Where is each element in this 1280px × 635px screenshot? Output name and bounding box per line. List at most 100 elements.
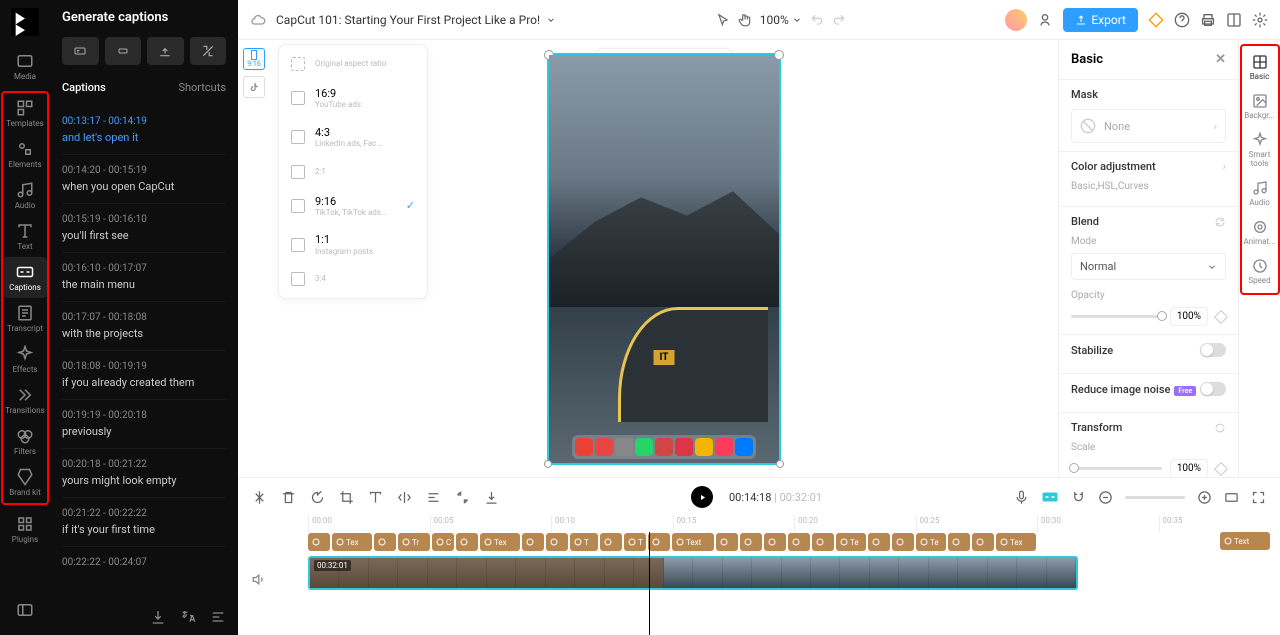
- text-clip[interactable]: [740, 533, 762, 551]
- tab-smart-tools[interactable]: Smart tools: [1241, 126, 1279, 174]
- compress-icon[interactable]: [455, 490, 470, 505]
- scale-slider[interactable]: [1071, 467, 1162, 470]
- captions-tl-icon[interactable]: [1041, 488, 1059, 506]
- share-icon[interactable]: [1037, 12, 1053, 28]
- text-clip[interactable]: [948, 533, 970, 551]
- crop-tl-icon[interactable]: [339, 490, 354, 505]
- nav-brand-kit[interactable]: Brand kit: [3, 462, 47, 503]
- scale-value[interactable]: 100%: [1170, 459, 1208, 477]
- tab-basic[interactable]: Basic: [1241, 48, 1279, 87]
- layout-icon[interactable]: [1226, 12, 1242, 28]
- download-icon[interactable]: [150, 609, 166, 625]
- reset-blend-icon[interactable]: [1214, 216, 1226, 228]
- magnet-icon[interactable]: [1071, 490, 1086, 505]
- undo-tl-icon[interactable]: [310, 490, 325, 505]
- captions-mode-1[interactable]: [62, 37, 99, 65]
- text-tl-icon[interactable]: [368, 490, 383, 505]
- text-clip[interactable]: [546, 533, 568, 551]
- color-adjustment-row[interactable]: Color adjustment› Basic,HSL,Curves: [1059, 151, 1238, 206]
- close-panel-icon[interactable]: ✕: [1215, 52, 1226, 67]
- ratio-option[interactable]: 2:1: [279, 157, 427, 187]
- text-clip[interactable]: Text: [1220, 532, 1270, 550]
- nav-media[interactable]: Media: [3, 46, 47, 87]
- zoom-display[interactable]: 100%: [760, 13, 802, 27]
- caption-item[interactable]: 00:13:17 - 00:14:19and let's open it: [62, 106, 226, 154]
- nav-templates[interactable]: Templates: [3, 93, 47, 134]
- mask-selector[interactable]: None›: [1071, 109, 1226, 143]
- nav-effects[interactable]: Effects: [3, 339, 47, 380]
- ratio-option[interactable]: 16:9YouTube ads: [279, 79, 427, 118]
- mic-icon[interactable]: [1014, 490, 1029, 505]
- text-track[interactable]: Text TexTrCTexTTTextTeTeTex: [308, 532, 1280, 552]
- reset-transform-icon[interactable]: [1214, 422, 1226, 434]
- ratio-option[interactable]: 9:16TikTok, TikTok ads...✓: [279, 187, 427, 226]
- tab-audio[interactable]: Audio: [1241, 174, 1279, 213]
- nav-plugins[interactable]: Plugins: [3, 509, 47, 550]
- text-clip[interactable]: [522, 533, 544, 551]
- nav-collapse[interactable]: [3, 595, 47, 627]
- print-icon[interactable]: [1200, 12, 1216, 28]
- text-clip[interactable]: [868, 533, 890, 551]
- download-tl-icon[interactable]: [484, 490, 499, 505]
- captions-mode-2[interactable]: [105, 37, 142, 65]
- help-icon[interactable]: [1174, 12, 1190, 28]
- text-clip[interactable]: Tex: [996, 533, 1036, 551]
- text-clip[interactable]: [972, 533, 994, 551]
- keyframe-scale-icon[interactable]: [1214, 461, 1228, 475]
- ratio-tab-tiktok[interactable]: [243, 76, 265, 98]
- playhead[interactable]: [649, 532, 650, 635]
- text-clip[interactable]: [812, 533, 834, 551]
- zoom-out-icon[interactable]: [1098, 490, 1113, 505]
- caption-item[interactable]: 00:18:08 - 00:19:19if you already create…: [62, 350, 226, 399]
- hand-icon[interactable]: [738, 13, 752, 27]
- user-avatar[interactable]: [1005, 9, 1027, 31]
- play-button[interactable]: [691, 486, 713, 508]
- timeline-ruler[interactable]: 00:0000:0500:1000:1500:2000:2500:3000:35: [238, 516, 1280, 532]
- fullscreen-icon[interactable]: [1251, 490, 1266, 505]
- text-clip[interactable]: [648, 533, 670, 551]
- caption-item[interactable]: 00:22:22 - 00:24:07: [62, 546, 226, 582]
- keyframe-icon[interactable]: [1214, 309, 1228, 323]
- zoom-slider[interactable]: [1125, 496, 1185, 499]
- split-icon[interactable]: [252, 490, 267, 505]
- zoom-in-icon[interactable]: [1197, 490, 1212, 505]
- ratio-tab-916[interactable]: 9:16: [243, 48, 265, 70]
- tab-animation[interactable]: Animat...: [1241, 213, 1279, 252]
- cursor-icon[interactable]: [716, 13, 730, 27]
- undo-icon[interactable]: [810, 13, 824, 27]
- fit-icon[interactable]: [1224, 490, 1239, 505]
- adjust-icon[interactable]: [426, 490, 441, 505]
- settings-gear-icon[interactable]: [1252, 12, 1268, 28]
- caption-item[interactable]: 00:16:10 - 00:17:07the main menu: [62, 252, 226, 301]
- text-clip[interactable]: C: [432, 533, 454, 551]
- text-clip[interactable]: [308, 533, 330, 551]
- nav-text[interactable]: Text: [3, 216, 47, 257]
- text-clip[interactable]: T: [624, 533, 646, 551]
- caption-item[interactable]: 00:20:18 - 00:21:22yours might look empt…: [62, 448, 226, 497]
- caption-item[interactable]: 00:15:19 - 00:16:10you'll first see: [62, 203, 226, 252]
- text-clip[interactable]: [892, 533, 914, 551]
- text-clip[interactable]: [788, 533, 810, 551]
- text-clip[interactable]: Text: [672, 533, 714, 551]
- caption-item[interactable]: 00:21:22 - 00:22:22if it's your first ti…: [62, 497, 226, 546]
- text-clip[interactable]: [764, 533, 786, 551]
- diamond-icon[interactable]: [1148, 12, 1164, 28]
- nav-transcript[interactable]: Transcript: [3, 298, 47, 339]
- nav-audio[interactable]: Audio: [3, 175, 47, 216]
- ratio-option[interactable]: Original aspect ratio: [279, 49, 427, 79]
- opacity-value[interactable]: 100%: [1170, 307, 1208, 326]
- text-clip[interactable]: [374, 533, 396, 551]
- caption-item[interactable]: 00:14:20 - 00:15:19when you open CapCut: [62, 154, 226, 203]
- captions-mode-4[interactable]: [190, 37, 227, 65]
- tab-background[interactable]: Backgr...: [1241, 87, 1279, 126]
- nav-filters[interactable]: Filters: [3, 421, 47, 462]
- caption-item[interactable]: 00:17:07 - 00:18:08with the projects: [62, 301, 226, 350]
- text-clip[interactable]: [716, 533, 738, 551]
- translate-icon[interactable]: [180, 609, 196, 625]
- noise-toggle[interactable]: [1200, 382, 1226, 396]
- redo-icon[interactable]: [832, 13, 846, 27]
- text-clip[interactable]: Tex: [332, 533, 372, 551]
- nav-transitions[interactable]: Transitions: [3, 380, 47, 421]
- ratio-option[interactable]: 3:4: [279, 264, 427, 294]
- project-title[interactable]: CapCut 101: Starting Your First Project …: [276, 13, 556, 27]
